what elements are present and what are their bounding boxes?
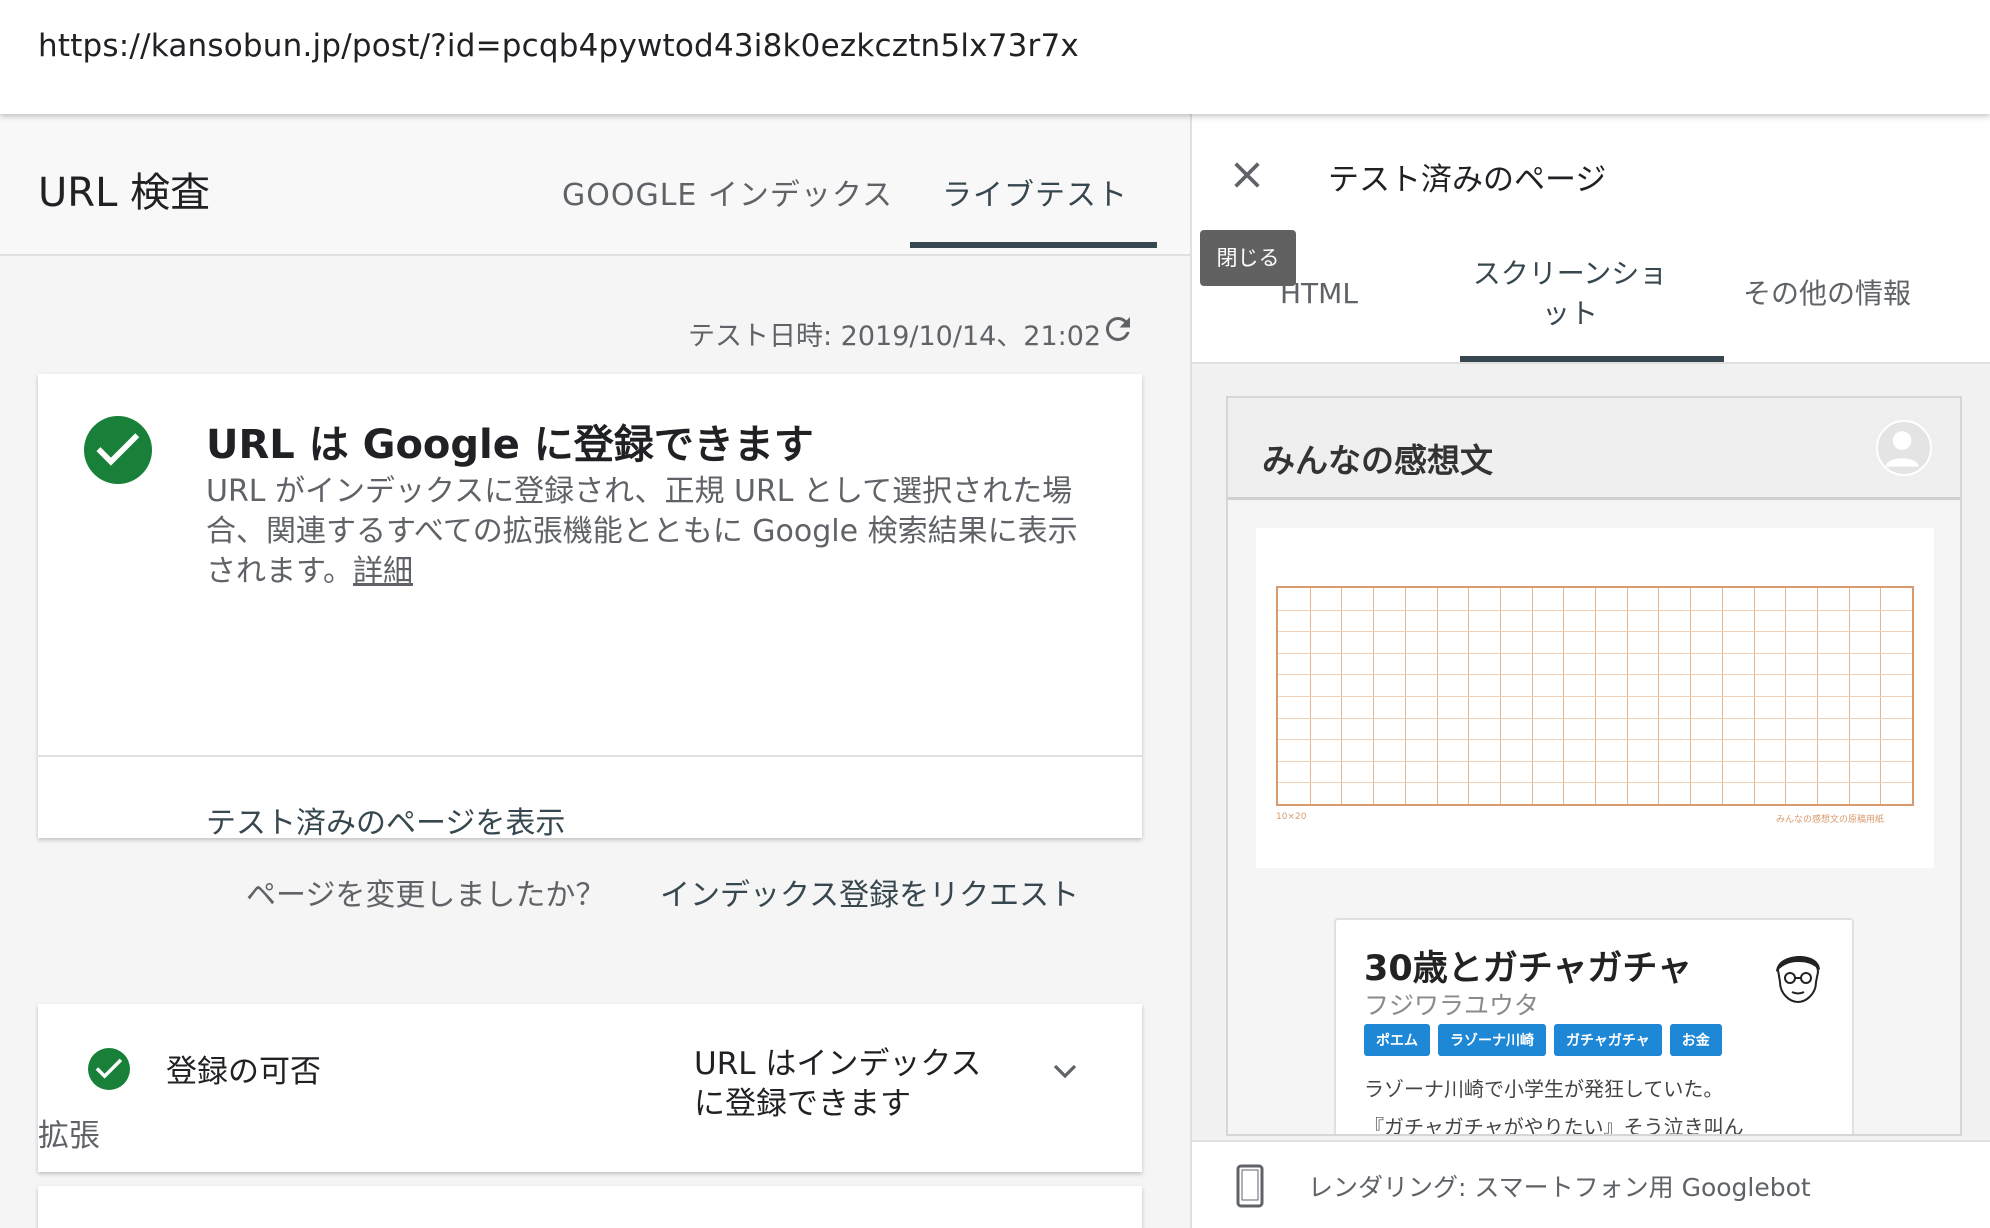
- grid-row-line: [1278, 696, 1912, 697]
- indexability-value-line2: に登録できます: [694, 1086, 911, 1122]
- result-heading: URL は Google に登録できます: [206, 422, 814, 468]
- url-bar[interactable]: https://kansobun.jp/post/?id=pcqb4pywtod…: [0, 0, 1990, 114]
- tag[interactable]: ガチャガチャ: [1554, 1024, 1662, 1056]
- article-excerpt-line2: 『ガチャガチャがやりたい』そう泣き叫ん: [1364, 1115, 1744, 1136]
- result-description-text: URL がインデックスに登録され、正規 URL として選択された場合、関連するす…: [206, 474, 1078, 589]
- grid-row-line: [1278, 652, 1912, 654]
- render-info-bar: レンダリング: スマートフォン用 Googlebot: [1192, 1140, 1990, 1228]
- extensions-card: [38, 1186, 1142, 1228]
- details-link[interactable]: 詳細: [353, 554, 413, 589]
- chevron-down-icon[interactable]: [1050, 1056, 1080, 1086]
- tag[interactable]: お金: [1669, 1024, 1722, 1056]
- tab-screenshot[interactable]: スクリーンショ ット: [1450, 254, 1690, 334]
- indexability-label: 登録の可否: [166, 1054, 321, 1090]
- refresh-icon[interactable]: [1100, 311, 1136, 347]
- tested-page-title: テスト済みのページ: [1328, 162, 1607, 198]
- grid-row-line: [1278, 631, 1912, 633]
- article-title: 30歳とガチャガチャ: [1364, 949, 1693, 989]
- author-portrait-icon: [1768, 946, 1828, 1008]
- smartphone-icon: [1236, 1164, 1264, 1208]
- indexability-value-line1: URL はインデックス: [694, 1046, 982, 1082]
- grid-row-line: [1278, 609, 1912, 611]
- divider: [38, 755, 1142, 757]
- tab-screenshot-label-line2: ット: [1541, 297, 1598, 330]
- tab-screenshot-label-line1: スクリーンショ: [1472, 257, 1668, 290]
- page-screenshot[interactable]: みんなの感想文 10×20 みんなの感想文の原稿用紙 30歳とガチャガチャ フジ…: [1226, 396, 1962, 1136]
- tested-page-panel: 閉じる テスト済みのページ HTML スクリーンショ ット その他の情報 みんな…: [1190, 114, 1990, 1228]
- extensions-label: 拡張: [38, 1118, 100, 1154]
- article-tags: ポエム ラゾーナ川崎 ガチャガチャ お金: [1364, 1024, 1722, 1056]
- tested-page-header: 閉じる テスト済みのページ HTML スクリーンショ ット その他の情報: [1192, 114, 1990, 364]
- grid-row-line: [1278, 782, 1912, 784]
- request-indexing-button[interactable]: インデックス登録をリクエスト: [660, 870, 1079, 914]
- render-device-text: レンダリング: スマートフォン用 Googlebot: [1308, 1173, 1811, 1202]
- manuscript-caption: みんなの感想文の原稿用紙: [1776, 815, 1885, 825]
- manuscript-size-label: 10×20: [1276, 812, 1307, 822]
- grid-row-line: [1278, 674, 1912, 676]
- page-title: URL 検査: [38, 170, 211, 216]
- check-circle-icon: [88, 1048, 130, 1090]
- site-title: みんなの感想文: [1262, 441, 1493, 480]
- result-card: URL は Google に登録できます URL がインデックスに登録され、正規…: [38, 374, 1142, 913]
- tab-more-info[interactable]: その他の情報: [1692, 274, 1962, 314]
- panel-header: URL 検査 GOOGLE インデックス ライブテスト: [0, 114, 1190, 256]
- test-date: テスト日時: 2019/10/14、21:02: [688, 321, 1102, 352]
- article-excerpt-line1: ラゾーナ川崎で小学生が発狂していた。: [1364, 1077, 1724, 1101]
- active-tab-indicator: [910, 242, 1157, 248]
- article-author: フジワラユウタ: [1364, 991, 1540, 1020]
- article-excerpt: ラゾーナ川崎で小学生が発狂していた。 『ガチャガチャがやりたい』そう泣き叫ん: [1364, 1070, 1834, 1136]
- active-tab-indicator: [1460, 356, 1724, 362]
- grid-row-line: [1278, 717, 1912, 719]
- tab-live-test[interactable]: ライブテスト: [942, 170, 1128, 214]
- tag[interactable]: ラゾーナ川崎: [1438, 1024, 1546, 1056]
- indexability-card[interactable]: 登録の可否 URL はインデックス に登録できます: [38, 1004, 1142, 1172]
- indexability-value: URL はインデックス に登録できます: [694, 1044, 994, 1124]
- tag[interactable]: ポエム: [1364, 1024, 1430, 1056]
- view-tested-page-link[interactable]: テスト済みのページを表示: [206, 798, 565, 842]
- close-tooltip: 閉じる: [1200, 230, 1296, 286]
- manuscript-grid: [1276, 586, 1914, 806]
- url-text[interactable]: https://kansobun.jp/post/?id=pcqb4pywtod…: [38, 28, 1079, 64]
- tab-google-index[interactable]: GOOGLE インデックス: [562, 170, 893, 214]
- inspection-panel: URL 検査 GOOGLE インデックス ライブテスト テスト日時: 2019/…: [0, 114, 1190, 1228]
- manuscript-paper-image: 10×20 みんなの感想文の原稿用紙: [1256, 528, 1934, 868]
- close-icon[interactable]: [1230, 158, 1264, 192]
- grid-row-line: [1278, 760, 1912, 762]
- user-avatar-icon: [1876, 420, 1932, 476]
- changed-page-question: ページを変更しましたか？: [246, 878, 606, 913]
- check-circle-icon: [84, 416, 152, 484]
- article-card[interactable]: 30歳とガチャガチャ フジワラユウタ ポエム ラゾーナ川崎 ガチャガチャ お金 …: [1334, 918, 1854, 1136]
- grid-row-line: [1278, 739, 1912, 741]
- result-description: URL がインデックスに登録され、正規 URL として選択された場合、関連するす…: [206, 472, 1106, 592]
- site-header: みんなの感想文: [1228, 398, 1960, 500]
